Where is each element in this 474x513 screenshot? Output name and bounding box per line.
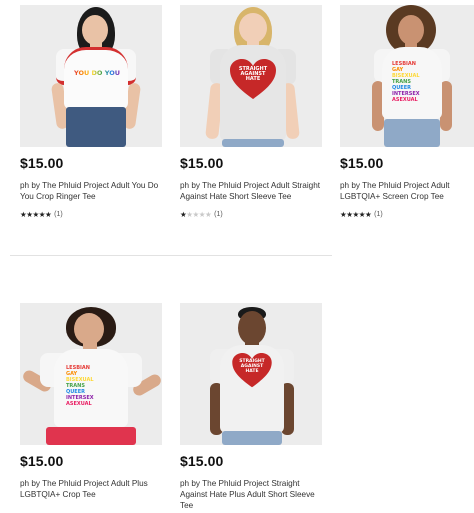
product-image[interactable]: LESBIAN GAY BISEXUAL TRANS QUEER INTERSE… (340, 5, 474, 147)
product-price: $15.00 (180, 453, 224, 469)
star-icon: ★ (364, 210, 372, 219)
product-rating[interactable]: ★ ★ ★ ★ ★ (1) (340, 210, 474, 219)
tee-graphic-lines: LESBIAN GAY BISEXUAL TRANS QUEER INTERSE… (392, 61, 420, 103)
product-image[interactable]: STRAIGHT AGAINST HATE (180, 5, 322, 147)
product-card[interactable]: STRAIGHT AGAINST HATE $15.00 ph by The P… (180, 303, 322, 511)
model-face (238, 311, 266, 345)
product-card[interactable]: LESBIAN GAY BISEXUAL TRANS QUEER INTERSE… (340, 5, 474, 219)
product-title[interactable]: ph by The Phluid Project Straight Agains… (180, 478, 322, 511)
tee-graphic-lines: LESBIAN GAY BISEXUAL TRANS QUEER INTERSE… (66, 365, 94, 407)
product-title[interactable]: ph by The Phluid Project Adult You Do Yo… (20, 180, 162, 202)
product-price: $15.00 (340, 155, 384, 171)
product-title[interactable]: ph by The Phluid Project Adult Plus LGBT… (20, 478, 162, 500)
model-jeans (222, 139, 284, 147)
rating-count: (1) (54, 211, 63, 218)
product-card[interactable]: YOU DO YOU $15.00 ph by The Phluid Proje… (20, 5, 162, 219)
row-divider (10, 255, 332, 256)
product-price: $15.00 (20, 155, 64, 171)
product-card[interactable]: LESBIAN GAY BISEXUAL TRANS QUEER INTERSE… (20, 303, 162, 500)
product-image[interactable]: YOU DO YOU (20, 5, 162, 147)
product-price: $15.00 (180, 155, 224, 171)
model-skirt (46, 427, 136, 445)
model-jeans (384, 119, 440, 147)
product-rating[interactable]: ★ ★ ★ ★ ★ (1) (180, 210, 322, 219)
product-title[interactable]: ph by The Phluid Project Adult LGBTQIA+ … (340, 180, 474, 202)
heart-graphic-text: STRAIGHT AGAINST HATE (238, 66, 268, 82)
product-card[interactable]: STRAIGHT AGAINST HATE $15.00 ph by The P… (180, 5, 322, 219)
rating-count: (1) (214, 211, 223, 218)
star-icon: ★ (204, 210, 212, 219)
heart-graphic-text: STRAIGHT AGAINST HATE (239, 359, 265, 374)
tee-graphic-text: YOU DO YOU (74, 69, 121, 77)
product-title[interactable]: ph by The Phluid Project Adult Straight … (180, 180, 322, 202)
ringer-tee (64, 47, 128, 109)
star-icon: ★ (44, 210, 52, 219)
model-jeans (222, 431, 282, 445)
model-jeans (66, 107, 126, 147)
rating-count: (1) (374, 211, 383, 218)
product-image[interactable]: LESBIAN GAY BISEXUAL TRANS QUEER INTERSE… (20, 303, 162, 445)
product-image[interactable]: STRAIGHT AGAINST HATE (180, 303, 322, 445)
product-rating[interactable]: ★ ★ ★ ★ ★ (1) (20, 210, 162, 219)
product-price: $15.00 (20, 453, 64, 469)
